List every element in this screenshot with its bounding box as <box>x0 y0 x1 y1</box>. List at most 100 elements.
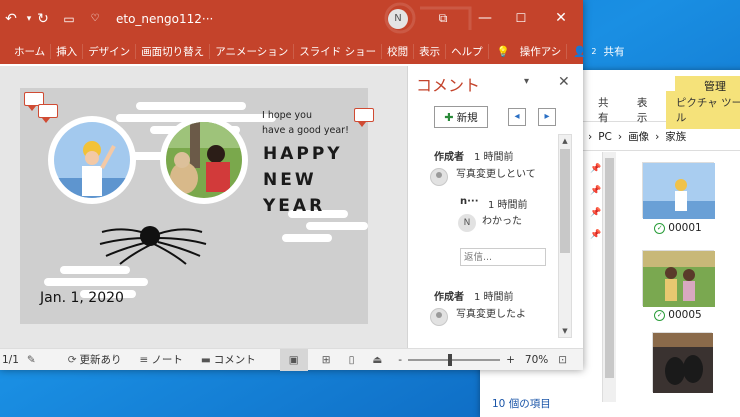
spelling-icon[interactable]: ✎ <box>27 354 36 366</box>
normal-view-icon[interactable]: ▣ <box>279 348 308 371</box>
tab-view[interactable]: 表示 <box>414 43 447 59</box>
tab-slideshow[interactable]: スライド ショー <box>294 43 383 59</box>
reply-input[interactable] <box>460 248 546 266</box>
zoom-slider-knob[interactable] <box>447 353 452 366</box>
sync-check-icon: ✓ <box>654 222 666 234</box>
tab-share[interactable]: 共有 <box>588 95 627 125</box>
close-pane-icon[interactable]: ✕ <box>558 74 570 90</box>
tab-transitions[interactable]: 画面切り替え <box>136 43 211 59</box>
comment-time: 1 時間前 <box>474 152 514 163</box>
title-bar: ↶ ▾ ↻ ▭ ♡ eto_nengo112··· N ⧉ — ☐ ✕ <box>0 0 583 38</box>
comment-time: 1 時間前 <box>474 292 514 303</box>
customize-toolbar-icon[interactable]: ♡ <box>86 10 104 28</box>
comment-marker-icon[interactable] <box>38 104 58 123</box>
photo-children-thumbnail <box>643 251 715 307</box>
undo-icon[interactable]: ↶ <box>2 10 20 28</box>
avatar <box>430 168 448 186</box>
file-thumbnail[interactable] <box>652 332 713 393</box>
notes-icon: ≡ <box>139 353 149 366</box>
breadcrumb-family[interactable]: 家族 <box>665 129 686 144</box>
reply-author: n··· <box>460 196 479 207</box>
scrollbar-thumb[interactable] <box>560 149 570 253</box>
ribbon-display-icon[interactable]: ⧉ <box>428 8 458 28</box>
file-thumbnail-00005[interactable] <box>642 250 715 307</box>
slide-canvas[interactable]: I hope you have a good year! HAPPY NEW Y… <box>0 66 407 348</box>
tab-design[interactable]: デザイン <box>83 43 137 59</box>
zoom-slider[interactable] <box>408 353 501 366</box>
tab-animations[interactable]: アニメーション <box>210 43 295 59</box>
quick-access-pins: 📌 📌 📌 📌 <box>580 152 604 402</box>
chevron-right-icon: › <box>588 130 593 143</box>
nav-scrollbar[interactable] <box>602 152 616 402</box>
happy-text: HAPPY <box>263 144 343 164</box>
slide[interactable]: I hope you have a good year! HAPPY NEW Y… <box>20 88 368 324</box>
zoom-in-button[interactable]: + <box>506 354 515 366</box>
date-text: Jan. 1, 2020 <box>40 290 124 306</box>
year-text: YEAR <box>263 196 326 216</box>
previous-comment-icon[interactable]: ◂ <box>508 108 526 126</box>
share-person-icon: 👤 <box>573 45 587 58</box>
pin-icon: 📌 <box>590 186 602 196</box>
maximize-icon[interactable]: ☐ <box>506 8 536 28</box>
pane-options-icon[interactable]: ▾ <box>524 76 529 87</box>
new-comment-icon: ✚ <box>444 110 454 124</box>
close-icon[interactable]: ✕ <box>546 8 576 28</box>
notes-button[interactable]: ノート <box>151 352 183 367</box>
sync-check-icon: ✓ <box>654 309 666 321</box>
pin-icon: 📌 <box>590 230 602 240</box>
scroll-up-icon[interactable]: ▲ <box>559 135 571 147</box>
breadcrumb-pc[interactable]: PC <box>598 131 612 143</box>
slide-sorter-icon[interactable]: ⊞ <box>322 354 331 366</box>
comment-author: 作成者 <box>434 152 464 163</box>
comment-text: 写真変更しといて <box>456 169 536 180</box>
chevron-right-icon: › <box>617 130 623 143</box>
greeting-line-2: have a good year! <box>262 125 349 136</box>
tab-view[interactable]: 表示 <box>627 95 666 125</box>
comment-marker-icon[interactable] <box>354 108 374 127</box>
next-comment-icon[interactable]: ▸ <box>538 108 556 126</box>
comment-icon: ▬ <box>200 353 211 366</box>
powerpoint-window[interactable]: ↶ ▾ ↻ ▭ ♡ eto_nengo112··· N ⧉ — ☐ ✕ ホーム … <box>0 0 624 371</box>
comment-text: 写真変更したよ <box>456 309 526 320</box>
reply-text: わかった <box>482 216 522 227</box>
user-avatar[interactable]: N <box>388 9 408 29</box>
scrollbar-thumb[interactable] <box>605 158 614 378</box>
share-button[interactable]: 共有 <box>598 44 629 59</box>
comments-pane: コメント ▾ ✕ ✚ 新規 ◂ ▸ 作成者 1 時間前 写真変更しといて n··… <box>407 66 583 348</box>
greeting-line-1: I hope you <box>262 110 313 121</box>
comments-scrollbar[interactable]: ▲ ▼ <box>558 134 572 338</box>
avatar <box>430 308 448 326</box>
status-bar: 1/1 ✎ ⟳ 更新あり ≡ ノート ▬ コメント ▣ ⊞ ▯ ⏏ - + 70… <box>0 348 583 371</box>
chevron-right-icon: › <box>655 130 660 143</box>
slideshow-icon[interactable]: ⏏ <box>372 354 382 366</box>
file-name-label: 00001 <box>668 222 702 234</box>
new-text: NEW <box>263 170 317 190</box>
lightbulb-icon: 💡 <box>496 45 510 58</box>
breadcrumb-pictures[interactable]: 画像 <box>628 129 649 144</box>
file-thumbnail-00001[interactable] <box>642 162 715 219</box>
item-count: 10 個の項目 <box>492 398 551 410</box>
comments-button[interactable]: コメント <box>214 352 256 367</box>
present-icon[interactable]: ▭ <box>60 10 78 28</box>
fit-slide-icon[interactable]: ⊡ <box>558 354 567 366</box>
tab-help[interactable]: ヘルプ <box>446 43 489 59</box>
tab-insert[interactable]: 挿入 <box>51 43 84 59</box>
tab-review[interactable]: 校閲 <box>382 43 415 59</box>
zoom-level[interactable]: 70% <box>525 354 548 366</box>
reading-view-icon[interactable]: ▯ <box>349 354 355 366</box>
zoom-out-button[interactable]: - <box>398 354 402 366</box>
redo-icon[interactable]: ↻ <box>34 10 52 28</box>
photo-child-thumbnail <box>643 163 715 219</box>
photo-shoes-thumbnail <box>653 333 713 393</box>
tell-me-search[interactable]: 操作アシ <box>515 43 568 59</box>
minimize-icon[interactable]: — <box>470 8 500 28</box>
slide-number: 1/1 <box>2 353 19 366</box>
scroll-down-icon[interactable]: ▼ <box>559 325 571 337</box>
update-available[interactable]: 更新あり <box>80 352 122 367</box>
new-comment-button[interactable]: ✚ 新規 <box>434 106 488 128</box>
ribbon-tabs: ホーム 挿入 デザイン 画面切り替え アニメーション スライド ショー 校閲 表… <box>0 38 624 64</box>
pin-icon: 📌 <box>590 164 602 174</box>
comments-title: コメント <box>416 76 481 95</box>
tab-home[interactable]: ホーム <box>0 43 52 59</box>
reply-time: 1 時間前 <box>488 200 528 211</box>
